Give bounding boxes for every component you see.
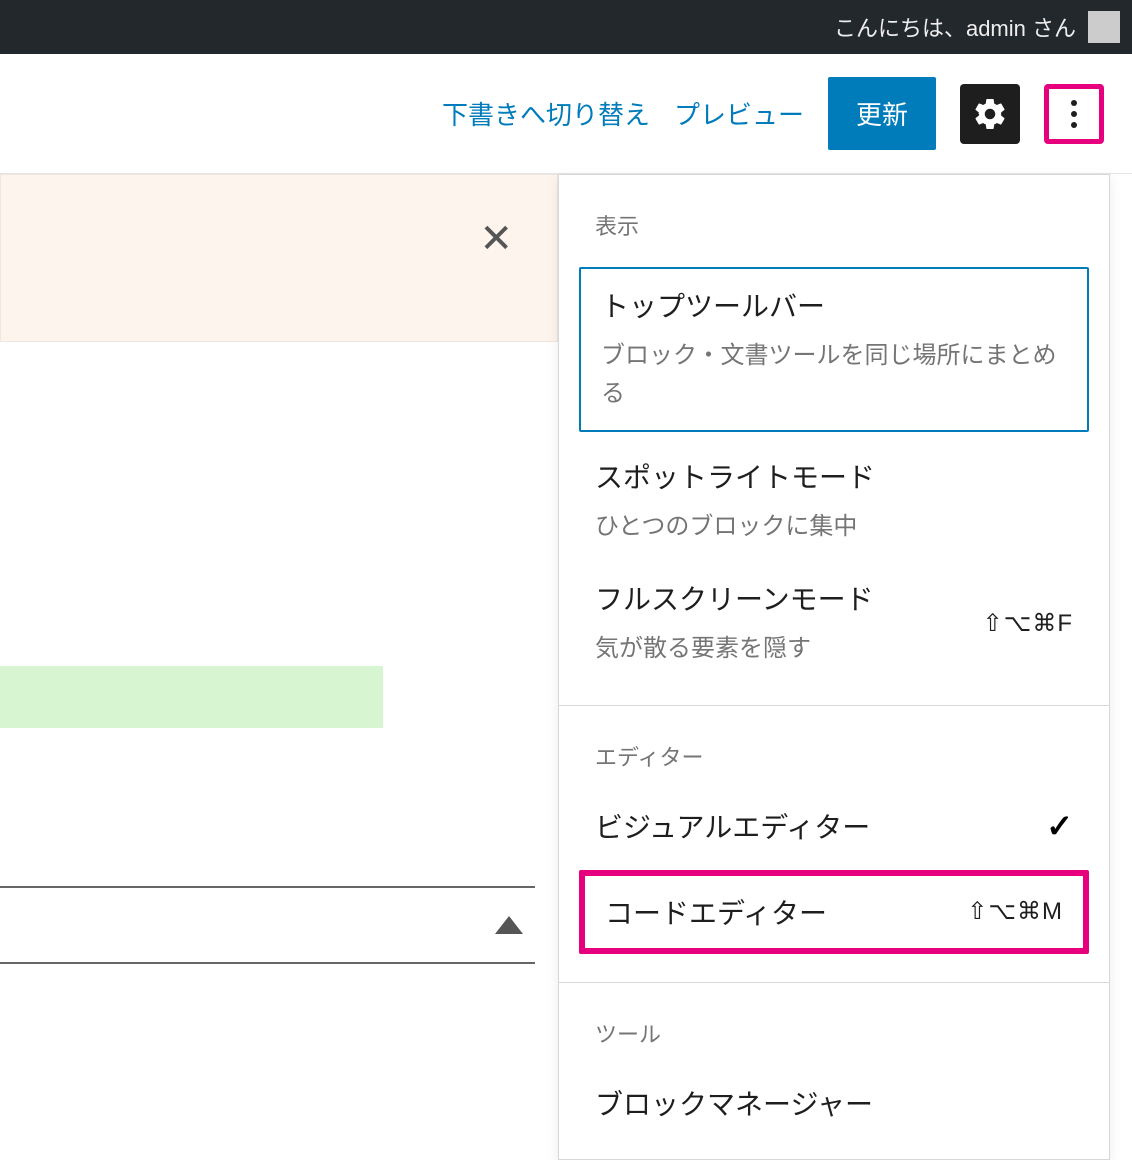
- menu-item-desc: ブロック・文書ツールを同じ場所にまとめる: [601, 337, 1067, 414]
- menu-item-title: ブロックマネージャー: [595, 1083, 1073, 1123]
- settings-button[interactable]: [960, 84, 1020, 144]
- switch-to-draft-button[interactable]: 下書きへ切り替え: [442, 95, 650, 132]
- menu-item-visual-editor[interactable]: ビジュアルエディター ✓: [559, 790, 1109, 862]
- menu-item-title: トップツールバー: [601, 285, 1067, 325]
- menu-item-spotlight-mode[interactable]: スポットライトモード ひとつのブロックに集中: [559, 440, 1109, 562]
- menu-group-editor: エディター ビジュアルエディター ✓ コードエディター ⇧⌥⌘M: [559, 706, 1109, 983]
- menu-item-desc: ひとつのブロックに集中: [595, 508, 1073, 546]
- admin-greeting[interactable]: こんにちは、admin さん: [834, 11, 1120, 43]
- check-icon: ✓: [1046, 807, 1073, 845]
- menu-group-view: 表示 トップツールバー ブロック・文書ツールを同じ場所にまとめる スポットライト…: [559, 175, 1109, 706]
- gear-icon: [972, 96, 1008, 132]
- keyboard-shortcut: ⇧⌥⌘M: [967, 897, 1063, 926]
- close-icon[interactable]: ✕: [479, 219, 513, 259]
- menu-group-tools: ツール ブロックマネージャー: [559, 983, 1109, 1159]
- menu-item-title: コードエディター: [605, 892, 827, 932]
- more-options-menu: 表示 トップツールバー ブロック・文書ツールを同じ場所にまとめる スポットライト…: [558, 174, 1110, 1160]
- update-button[interactable]: 更新: [828, 77, 936, 150]
- avatar: [1088, 11, 1120, 43]
- content-area: ✕ 表示 トップツールバー ブロック・文書ツールを同じ場所にまとめる スポットラ…: [0, 174, 1132, 1074]
- menu-item-title: ビジュアルエディター: [595, 806, 870, 846]
- group-label-tools: ツール: [559, 1003, 1109, 1067]
- admin-bar: こんにちは、admin さん: [0, 0, 1132, 54]
- editor-header: 下書きへ切り替え プレビュー 更新: [0, 54, 1132, 174]
- highlighted-block[interactable]: [0, 666, 383, 728]
- menu-item-code-editor[interactable]: コードエディター ⇧⌥⌘M: [579, 870, 1089, 954]
- preview-button[interactable]: プレビュー: [674, 95, 804, 132]
- collapse-up-icon[interactable]: [495, 916, 523, 934]
- menu-item-desc: 気が散る要素を隠す: [595, 630, 874, 668]
- menu-item-title: フルスクリーンモード: [595, 578, 874, 618]
- greeting-text: こんにちは、admin さん: [834, 11, 1076, 43]
- more-options-button[interactable]: [1044, 84, 1104, 144]
- block-toolbar: [0, 886, 535, 964]
- menu-item-fullscreen-mode[interactable]: フルスクリーンモード 気が散る要素を隠す ⇧⌥⌘F: [559, 562, 1109, 684]
- group-label-editor: エディター: [559, 726, 1109, 790]
- notice-banner: ✕: [0, 174, 558, 342]
- group-label-view: 表示: [559, 195, 1109, 259]
- more-vertical-icon: [1071, 100, 1077, 128]
- menu-item-top-toolbar[interactable]: トップツールバー ブロック・文書ツールを同じ場所にまとめる: [579, 267, 1089, 432]
- menu-item-block-manager[interactable]: ブロックマネージャー: [559, 1067, 1109, 1139]
- menu-item-title: スポットライトモード: [595, 456, 1073, 496]
- keyboard-shortcut: ⇧⌥⌘F: [983, 609, 1073, 638]
